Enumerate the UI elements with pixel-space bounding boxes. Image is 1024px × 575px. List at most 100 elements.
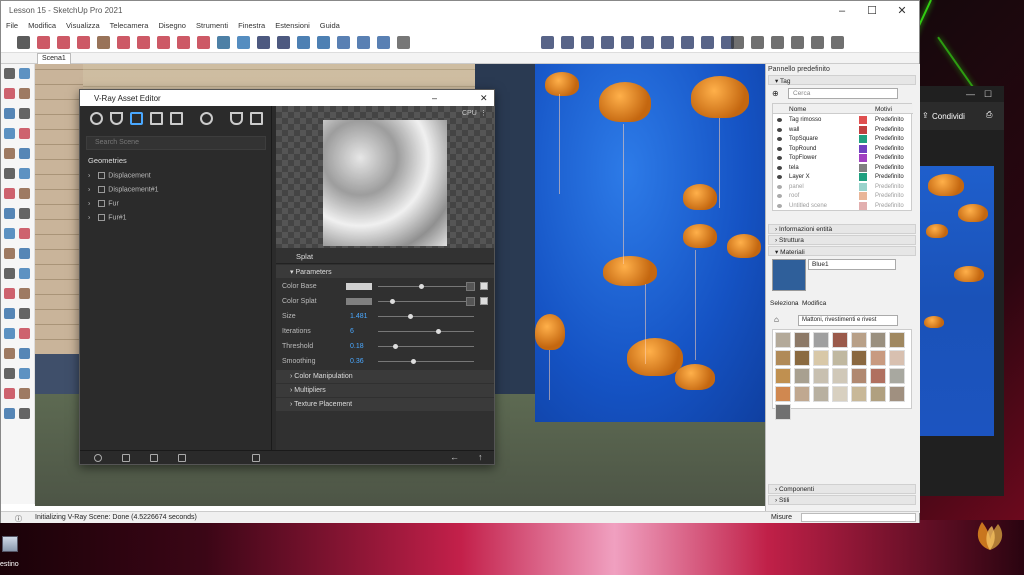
material-swatch[interactable] xyxy=(870,386,886,402)
material-swatch[interactable] xyxy=(775,386,791,402)
scale-icon[interactable] xyxy=(197,36,210,49)
geometry-category-icon[interactable] xyxy=(130,112,143,125)
push-pull-tool-icon[interactable] xyxy=(19,188,30,199)
back-view-icon[interactable] xyxy=(621,36,634,49)
material-swatch[interactable] xyxy=(851,368,867,384)
name-column-header[interactable]: Nome xyxy=(789,106,806,113)
tag-color-swatch[interactable] xyxy=(859,154,867,162)
param-slider-handle[interactable] xyxy=(393,344,399,349)
param-slider-handle[interactable] xyxy=(419,284,425,289)
edit-tab[interactable]: Modifica xyxy=(802,300,826,307)
eraser-icon[interactable] xyxy=(37,36,50,49)
material-swatch[interactable] xyxy=(775,332,791,348)
tag-row[interactable]: tela Predefinito xyxy=(773,163,913,173)
param-slider-handle[interactable] xyxy=(407,314,413,319)
textures-category-icon[interactable] xyxy=(150,112,163,125)
material-name-field[interactable]: Blue1 xyxy=(808,259,896,270)
entity-info-header[interactable]: › Informazioni entità xyxy=(768,224,916,234)
tag-row[interactable]: TopFlower Predefinito xyxy=(773,153,913,163)
tag-row[interactable]: Untitled scene Predefinito xyxy=(773,201,913,211)
material-swatch[interactable] xyxy=(794,386,810,402)
texture-slot-icon[interactable] xyxy=(466,297,475,306)
material-swatch[interactable] xyxy=(832,386,848,402)
delete-icon[interactable] xyxy=(178,454,186,462)
material-swatch[interactable] xyxy=(813,350,829,366)
house-icon[interactable] xyxy=(771,36,784,49)
material-swatch[interactable] xyxy=(870,368,886,384)
minimize-icon[interactable]: — xyxy=(966,89,975,99)
tape-tool-icon[interactable] xyxy=(4,248,15,259)
pan-icon[interactable] xyxy=(297,36,310,49)
zoom-icon[interactable] xyxy=(317,36,330,49)
menu-item-telecamera[interactable]: Telecamera xyxy=(105,21,154,30)
tag-color-swatch[interactable] xyxy=(859,192,867,200)
up-arrow-icon[interactable]: ↑ xyxy=(478,452,483,462)
material-swatch[interactable] xyxy=(775,368,791,384)
line-icon[interactable] xyxy=(57,36,70,49)
tree-item-fur-1[interactable]: › Fur#1 xyxy=(88,214,127,221)
pan-tool-icon[interactable] xyxy=(19,308,30,319)
rotate-icon[interactable] xyxy=(177,36,190,49)
materials-category-icon[interactable] xyxy=(90,112,103,125)
components-header[interactable]: › Componenti xyxy=(768,484,916,494)
maximize-icon[interactable]: ☐ xyxy=(984,89,992,100)
tag-color-swatch[interactable] xyxy=(859,125,867,134)
move-icon[interactable] xyxy=(157,36,170,49)
select-icon[interactable] xyxy=(17,36,30,49)
look-around-tool-icon[interactable] xyxy=(4,388,15,399)
param-value-field[interactable]: 0.18 xyxy=(350,343,364,350)
visibility-eye-icon[interactable] xyxy=(777,118,782,122)
orbit-icon[interactable] xyxy=(277,36,290,49)
visibility-eye-icon[interactable] xyxy=(777,184,782,189)
measurements-input[interactable] xyxy=(801,513,916,522)
material-swatch[interactable] xyxy=(889,350,905,366)
tag-color-swatch[interactable] xyxy=(859,144,867,153)
menu-item-file[interactable]: File xyxy=(1,21,23,30)
structure-header[interactable]: › Struttura xyxy=(768,235,916,245)
scale-tool-icon[interactable] xyxy=(4,228,15,239)
add-asset-icon[interactable] xyxy=(94,454,102,462)
circle-tool-icon[interactable] xyxy=(4,148,15,159)
tag-row[interactable]: wall Predefinito xyxy=(773,125,913,135)
texture-slot-icon[interactable] xyxy=(466,282,475,291)
zoom-extents-tool-icon[interactable] xyxy=(4,348,15,359)
material-swatch[interactable] xyxy=(851,350,867,366)
info-icon[interactable]: ⓘ xyxy=(15,514,22,524)
menu-item-visualizza[interactable]: Visualizza xyxy=(61,21,105,30)
pie-tool-icon[interactable] xyxy=(19,168,30,179)
material-swatch[interactable] xyxy=(813,368,829,384)
material-swatch[interactable] xyxy=(794,350,810,366)
param-slider-handle[interactable] xyxy=(435,329,441,334)
styles-header[interactable]: › Stili xyxy=(768,495,916,505)
eraser-tool-icon[interactable] xyxy=(19,88,30,99)
paint-tool-icon[interactable] xyxy=(4,88,15,99)
enable-checkbox[interactable] xyxy=(480,297,488,305)
tag-row[interactable]: panel Predefinito xyxy=(773,182,913,192)
arc-tool-icon[interactable] xyxy=(4,168,15,179)
material-swatch[interactable] xyxy=(813,332,829,348)
enable-checkbox[interactable] xyxy=(480,282,488,290)
visibility-eye-icon[interactable] xyxy=(777,175,782,179)
warehouse-icon[interactable] xyxy=(731,36,744,49)
look-around-icon[interactable] xyxy=(701,36,714,49)
material-library-select[interactable]: Mattoni, rivestimenti e rivest xyxy=(798,315,898,326)
param-value-field[interactable]: 6 xyxy=(350,328,354,335)
freehand-tool-icon[interactable] xyxy=(19,108,30,119)
minimize-icon[interactable]: – xyxy=(432,93,437,103)
scene-search-input[interactable]: Search Scene xyxy=(86,136,266,150)
menu-item-strumenti[interactable]: Strumenti xyxy=(191,21,233,30)
tag-row[interactable]: TopSquare Predefinito xyxy=(773,134,913,144)
axes-tool-icon[interactable] xyxy=(4,288,15,299)
add-location-icon[interactable] xyxy=(397,36,410,49)
material-swatch[interactable] xyxy=(851,386,867,402)
follow-me-tool-icon[interactable] xyxy=(19,208,30,219)
menu-item-finestra[interactable]: Finestra xyxy=(233,21,270,30)
tree-item-displacement-1[interactable]: › Displacement#1 xyxy=(88,186,158,193)
visibility-eye-icon[interactable] xyxy=(777,165,782,170)
offset-tool-icon[interactable] xyxy=(19,228,30,239)
material-swatch[interactable] xyxy=(794,332,810,348)
tag-section-header[interactable]: ▾ Tag xyxy=(768,75,916,85)
open-folder-icon[interactable] xyxy=(122,454,130,462)
zoom-tool-icon[interactable] xyxy=(4,328,15,339)
color-manipulation-group-header[interactable]: › Color Manipulation xyxy=(276,370,494,383)
